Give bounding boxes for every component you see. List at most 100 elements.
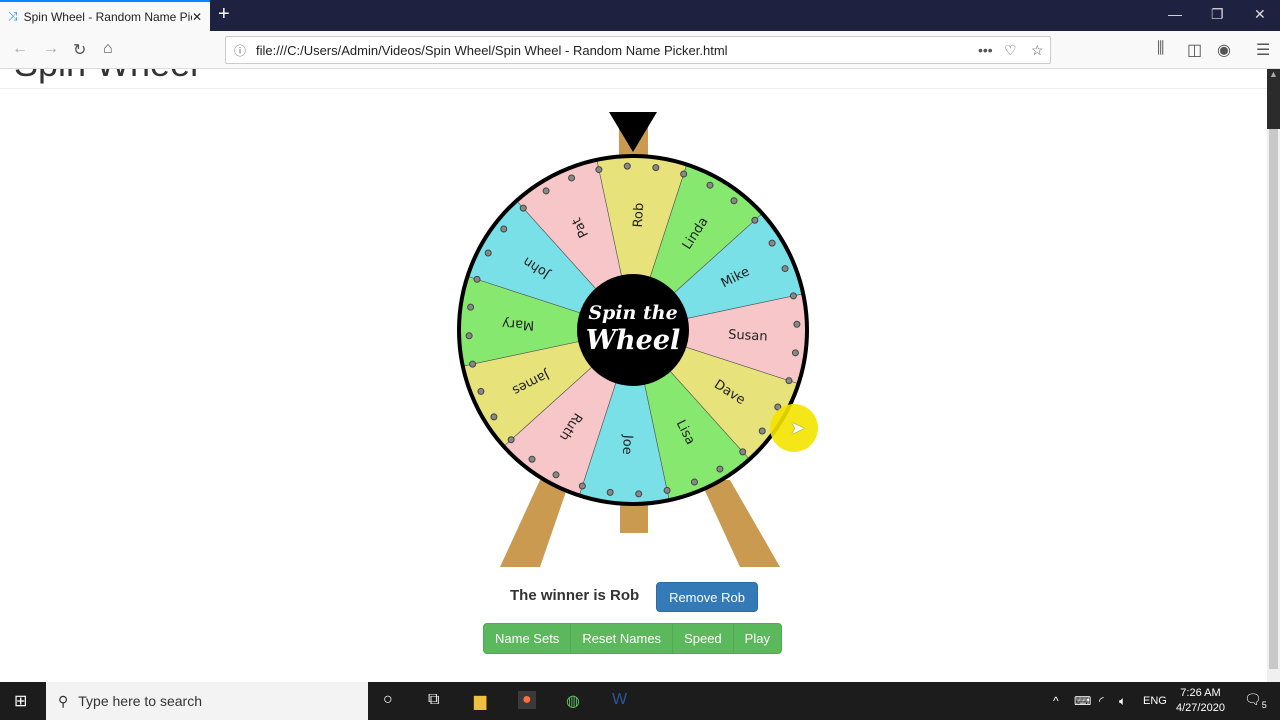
- tab-bar: ⤨ Spin Wheel - Random Name Picker ✕ + — …: [0, 0, 1280, 31]
- search-placeholder: Type here to search: [78, 693, 203, 709]
- wheel-peg: [465, 332, 473, 340]
- close-tab-icon[interactable]: ✕: [192, 10, 202, 24]
- wheel-peg: [739, 448, 747, 456]
- wheel-peg: [500, 225, 508, 233]
- show-hidden-icons[interactable]: ^: [1053, 694, 1059, 708]
- winner-text: The winner is Rob: [510, 587, 640, 604]
- wheel-peg: [477, 387, 485, 395]
- wheel-peg: [716, 465, 724, 473]
- reset-names-button[interactable]: Reset Names: [571, 624, 674, 653]
- address-bar[interactable]: ⓘ file:///C:/Users/Admin/Videos/Spin Whe…: [225, 36, 1051, 64]
- sidebar-icon[interactable]: ◫: [1187, 40, 1202, 60]
- segment-label: Rob: [631, 202, 647, 227]
- menu-icon[interactable]: ☰: [1256, 40, 1270, 60]
- input-icon[interactable]: ⌨: [1074, 694, 1091, 708]
- wheel-peg: [467, 303, 475, 311]
- wheel-peg: [663, 486, 671, 494]
- wheel-peg: [793, 320, 801, 328]
- wheel-peg: [768, 239, 776, 247]
- wheel-peg: [758, 427, 766, 435]
- wheel-peg: [690, 478, 698, 486]
- scroll-up-icon[interactable]: ▲: [1267, 69, 1280, 129]
- pointer-arrow: [609, 112, 657, 152]
- name-sets-button[interactable]: Name Sets: [484, 624, 572, 653]
- play-button[interactable]: Play: [734, 624, 781, 653]
- bookmark-star-icon[interactable]: ☆: [1031, 42, 1044, 59]
- language-indicator[interactable]: ENG: [1143, 695, 1167, 707]
- wifi-icon[interactable]: ◜: [1099, 694, 1104, 708]
- wheel-peg: [730, 197, 738, 205]
- clock-time: 7:26 AM: [1180, 687, 1221, 699]
- account-icon[interactable]: ◉: [1217, 40, 1231, 60]
- taskbar-search[interactable]: ⚲ Type here to search: [46, 682, 368, 720]
- wheel-peg: [542, 187, 550, 195]
- spin-label-line1: Spin the: [588, 302, 677, 324]
- segment-label: Susan: [728, 327, 768, 344]
- home-button[interactable]: ⌂: [103, 40, 113, 58]
- wheel-peg: [484, 249, 492, 257]
- back-button[interactable]: ←: [12, 40, 28, 58]
- new-tab-button[interactable]: +: [218, 3, 230, 26]
- tab-spin-wheel[interactable]: ⤨ Spin Wheel - Random Name Picker ✕: [0, 0, 210, 31]
- restore-button[interactable]: ❐: [1211, 6, 1224, 23]
- nav-toolbar: ← → ↻ ⌂ ⓘ file:///C:/Users/Admin/Videos/…: [0, 31, 1280, 69]
- spin-wheel[interactable]: Rob LindaMikeSusanDaveLisaJoeRuthJamesMar…: [440, 100, 830, 570]
- app-icon[interactable]: ◍: [566, 691, 580, 711]
- mouse-pointer-icon: ➤: [790, 418, 806, 438]
- info-icon[interactable]: ⓘ: [234, 42, 246, 59]
- wheel-peg: [552, 471, 560, 479]
- wheel-peg: [623, 162, 631, 170]
- wheel-peg: [781, 265, 789, 273]
- page-header: Spin Wheel: [0, 69, 1267, 89]
- firefox-icon[interactable]: ●: [518, 691, 536, 709]
- segment-label: Mary: [501, 316, 534, 333]
- wheel-peg: [595, 166, 603, 174]
- task-view-icon[interactable]: ⧉: [428, 691, 439, 709]
- remove-winner-button[interactable]: Remove Rob: [656, 582, 758, 612]
- clock[interactable]: 7:26 AM 4/27/2020: [1176, 686, 1225, 716]
- search-icon: ⚲: [58, 692, 69, 709]
- wheel-peg: [652, 164, 660, 172]
- wheel-peg: [578, 482, 586, 490]
- wheel-peg: [785, 377, 793, 385]
- volume-icon[interactable]: 🔈︎: [1119, 694, 1126, 709]
- cursor-highlight: ➤: [770, 404, 818, 452]
- wheel-peg: [568, 174, 576, 182]
- reload-button[interactable]: ↻: [73, 40, 86, 60]
- wheel-peg: [473, 275, 481, 283]
- minimize-button[interactable]: —: [1168, 6, 1182, 22]
- spin-label-line2: Wheel: [586, 325, 681, 356]
- scrollbar-thumb[interactable]: [1269, 129, 1278, 669]
- wheel-peg: [789, 292, 797, 300]
- notifications-icon[interactable]: 🗨︎5: [1244, 691, 1267, 710]
- taskbar: ⊞ ⚲ Type here to search ○ ⧉ ▆ ● ◍ W ^ ⌨ …: [0, 682, 1280, 720]
- wheel-peg: [751, 216, 759, 224]
- forward-button[interactable]: →: [43, 40, 59, 58]
- url-text: file:///C:/Users/Admin/Videos/Spin Wheel…: [256, 42, 728, 58]
- page-heading: Spin Wheel: [14, 69, 198, 85]
- wheel-peg: [519, 204, 527, 212]
- wheel-peg: [680, 170, 688, 178]
- controls-button-group: Name Sets Reset Names Speed Play: [483, 623, 782, 654]
- wheel-peg: [469, 360, 477, 368]
- segment-label: Joe: [619, 434, 635, 456]
- wheel-peg: [490, 413, 498, 421]
- library-icon[interactable]: ⫼: [1157, 40, 1164, 58]
- word-icon[interactable]: W: [612, 691, 627, 709]
- shuffle-icon: ⤨: [8, 9, 18, 23]
- pocket-icon[interactable]: ♡: [1004, 42, 1017, 59]
- speed-button[interactable]: Speed: [673, 624, 734, 653]
- scrollbar[interactable]: ▲: [1267, 69, 1280, 682]
- wheel-peg: [606, 488, 614, 496]
- wheel-peg: [791, 349, 799, 357]
- wheel-peg: [706, 181, 714, 189]
- wheel-peg: [528, 455, 536, 463]
- wheel-peg: [635, 490, 643, 498]
- file-explorer-icon[interactable]: ▆: [474, 691, 486, 711]
- notification-count: 5: [1261, 699, 1267, 710]
- windows-start-icon[interactable]: ⊞: [14, 691, 27, 711]
- page-actions-icon[interactable]: •••: [978, 42, 993, 58]
- close-window-button[interactable]: ✕: [1254, 6, 1266, 23]
- cortana-icon[interactable]: ○: [383, 691, 393, 709]
- wheel-peg: [507, 436, 515, 444]
